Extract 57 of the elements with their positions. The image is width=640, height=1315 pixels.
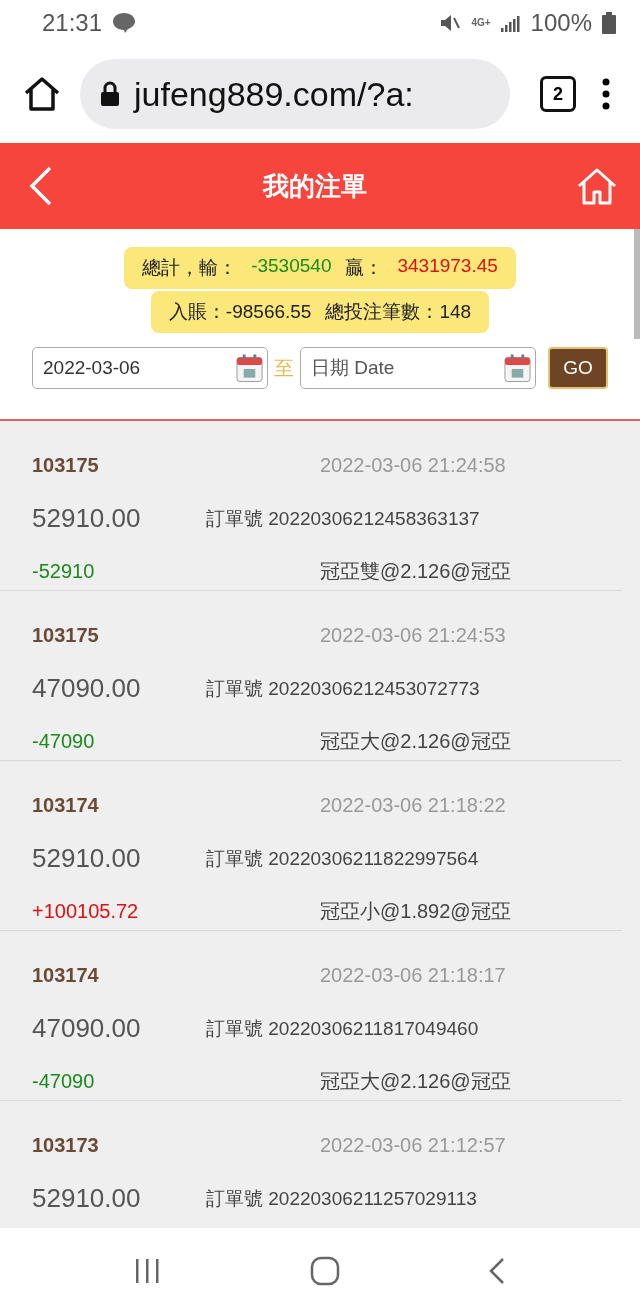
bet-amount: 52910.00 xyxy=(32,1183,142,1214)
lock-icon xyxy=(100,81,120,107)
network-type: 4G+ xyxy=(471,17,491,28)
tab-switcher-button[interactable]: 2 xyxy=(540,76,576,112)
home-button-icon[interactable] xyxy=(310,1256,340,1286)
address-bar[interactable]: jufeng889.com/?a: xyxy=(80,59,510,129)
back-icon[interactable] xyxy=(28,166,54,206)
bet-amount: 52910.00 xyxy=(32,503,142,534)
bet-id: 103173 xyxy=(32,1134,100,1157)
summary-text: 入賬：-98566.55 xyxy=(168,300,312,324)
bet-time: 2022-03-06 21:24:58 xyxy=(320,454,506,477)
bet-id: 103175 xyxy=(32,624,100,647)
summary-text: 贏： xyxy=(345,256,384,280)
bet-result: -47090 xyxy=(32,1070,96,1093)
start-date-field[interactable]: 2022-03-06 xyxy=(32,347,268,389)
end-date-field[interactable]: 日期 Date xyxy=(300,347,536,389)
summary-text: -3530540 xyxy=(251,255,332,278)
bet-result: +100105.72 xyxy=(32,900,140,923)
date-range-separator: 至 xyxy=(274,355,294,381)
bet-amount: 47090.00 xyxy=(32,1013,142,1044)
order-number: 訂單號 20220306211257029113 xyxy=(206,1186,477,1211)
summary-text: 3431973.45 xyxy=(397,255,498,278)
back-icon[interactable] xyxy=(488,1257,506,1285)
bet-result: -47090 xyxy=(32,730,96,753)
bet-amount: 47090.00 xyxy=(32,673,142,704)
bet-id: 103174 xyxy=(32,794,100,817)
bet-id: 103174 xyxy=(32,964,100,987)
chat-bubble-icon xyxy=(112,11,137,34)
url-text: jufeng889.com/?a: xyxy=(134,74,414,114)
bet-selection: 冠亞大@2.126@冠亞 xyxy=(320,729,511,754)
battery-level: 100% xyxy=(530,8,592,37)
order-number: 訂單號 20220306211822997564 xyxy=(206,846,479,871)
battery-icon xyxy=(602,11,616,34)
bet-time: 2022-03-06 21:12:57 xyxy=(320,1134,506,1157)
calendar-icon[interactable] xyxy=(236,353,263,383)
bet-time: 2022-03-06 21:18:22 xyxy=(320,794,506,817)
bet-selection: 冠亞雙@2.126@冠亞 xyxy=(320,559,511,584)
bet-result: -52910 xyxy=(32,560,96,583)
bet-amount: 52910.00 xyxy=(32,843,142,874)
calendar-icon[interactable] xyxy=(504,353,531,383)
bet-selection: 冠亞大@2.126@冠亞 xyxy=(320,1069,511,1094)
signal-icon xyxy=(500,13,521,32)
order-number: 訂單號 20220306212458363137 xyxy=(206,506,480,531)
status-time: 21:31 xyxy=(42,8,103,37)
bet-time: 2022-03-06 21:18:17 xyxy=(320,964,506,987)
recent-apps-icon[interactable] xyxy=(134,1258,162,1284)
scrollbar[interactable] xyxy=(634,229,640,339)
summary-text: 總投注筆數：148 xyxy=(325,300,472,324)
bet-selection: 冠亞小@1.892@冠亞 xyxy=(320,899,511,924)
bet-time: 2022-03-06 21:24:53 xyxy=(320,624,506,647)
summary-text: 總計，輸： xyxy=(142,256,238,280)
order-number: 訂單號 20220306212453072773 xyxy=(206,676,480,701)
go-button[interactable]: GO xyxy=(548,347,608,389)
order-number: 訂單號 20220306211817049460 xyxy=(206,1016,479,1041)
page-title: 我的注單 xyxy=(263,169,367,203)
home-icon[interactable] xyxy=(22,76,62,112)
bet-id: 103175 xyxy=(32,454,100,477)
